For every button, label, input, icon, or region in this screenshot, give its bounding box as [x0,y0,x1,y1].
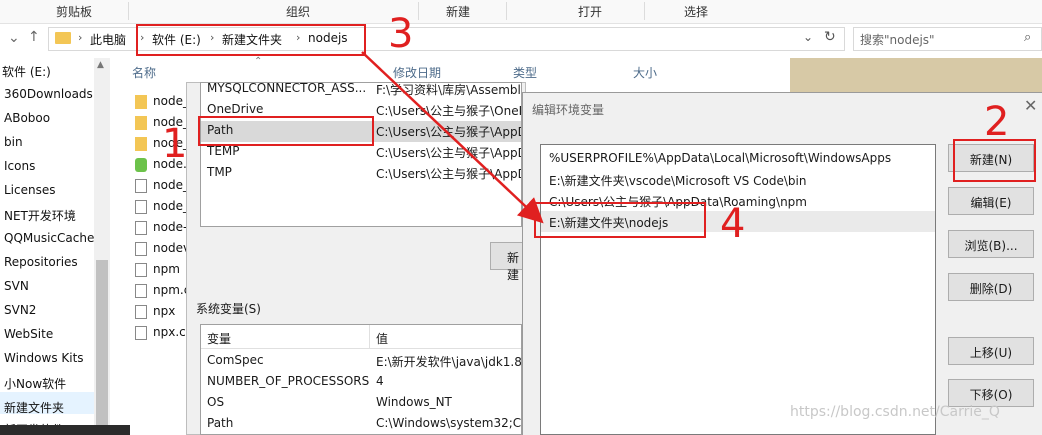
annotation-arrow [361,51,544,224]
watermark: https://blog.csdn.net/Carrie_Q [790,404,1000,420]
